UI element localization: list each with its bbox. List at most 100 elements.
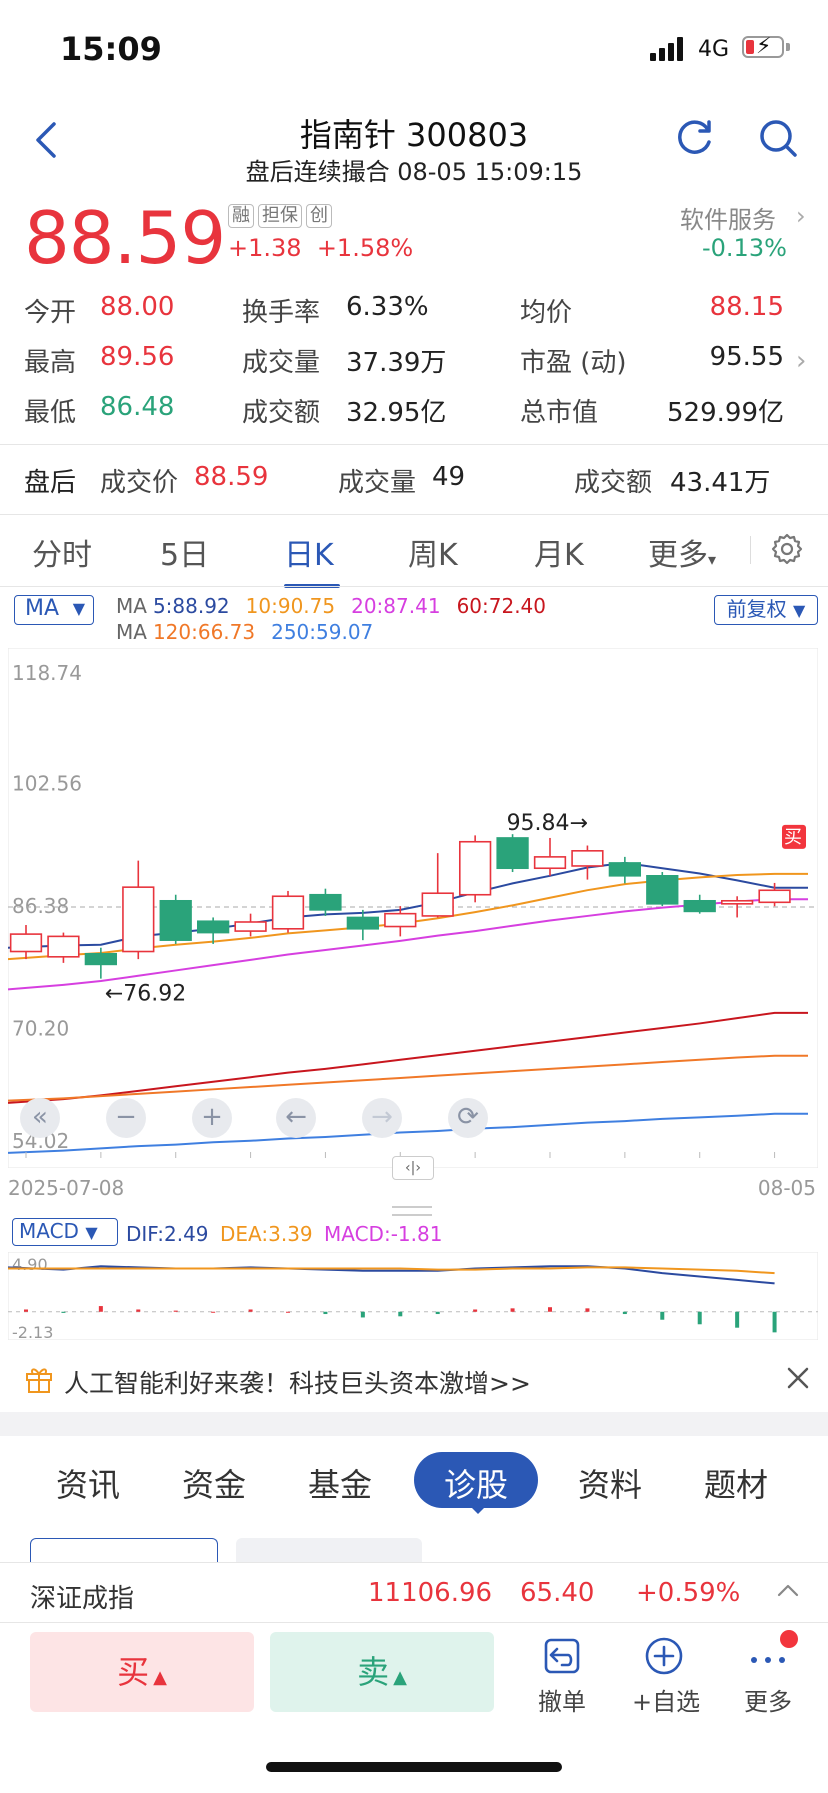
buy-label: 买 xyxy=(117,1653,150,1691)
after-amount-label: 成交额 xyxy=(574,468,653,498)
tab-diagnosis[interactable]: 诊股 xyxy=(414,1460,538,1506)
candle-down xyxy=(608,862,642,877)
macd-bar xyxy=(398,1311,403,1317)
promo-text[interactable]: 人工智能利好来袭！科技巨头资本激增>> xyxy=(64,1364,531,1400)
status-time: 15:09 xyxy=(60,30,162,68)
battery-icon: ⚡ xyxy=(742,34,784,59)
refresh-icon[interactable] xyxy=(672,116,716,160)
y-tick-label: 86.38 xyxy=(12,894,69,918)
gear-icon[interactable] xyxy=(770,532,804,566)
network-type: 4G xyxy=(698,37,730,62)
chart-drag-handle[interactable]: ‹|› xyxy=(392,1156,434,1180)
ma-legend-item: 20:87.41 xyxy=(351,594,441,618)
tag-collateral: 担保 xyxy=(258,204,302,228)
stat-value: 6.33% xyxy=(346,292,429,322)
stat-value: 88.00 xyxy=(100,292,175,322)
tab-daily-k[interactable]: 日K xyxy=(284,530,334,574)
x-end-label: 08-05 xyxy=(757,1176,816,1200)
stat-value: 89.56 xyxy=(100,342,175,372)
triangle-up-icon: ▲ xyxy=(393,1667,407,1688)
candle-down xyxy=(309,893,342,911)
tab-more[interactable]: 更多▾ xyxy=(648,530,716,574)
stat-label: 最低 xyxy=(24,398,77,428)
macd-select[interactable]: MACD ▼ xyxy=(12,1218,118,1246)
candle-up xyxy=(758,889,791,904)
chevron-up-icon[interactable] xyxy=(776,1582,800,1598)
after-volume-label: 成交量 xyxy=(338,468,417,498)
tab-intraday[interactable]: 分时 xyxy=(32,530,92,574)
indicator-select[interactable]: MA ▼ xyxy=(14,595,94,625)
stat-label: 成交量 xyxy=(242,348,321,378)
candle-down xyxy=(496,837,529,870)
scroll-left-icon[interactable]: ← xyxy=(276,1098,316,1138)
ma-legend-item: MA xyxy=(116,620,147,644)
ma-legend-item: 120:66.73 xyxy=(152,620,256,644)
ma-legend-item: 60:72.40 xyxy=(456,594,547,618)
candle-down xyxy=(84,952,118,966)
chevron-right-icon[interactable]: › xyxy=(796,346,806,376)
macd-bar xyxy=(772,1311,777,1333)
sector-link[interactable]: 软件服务 xyxy=(680,200,776,235)
macd-bar xyxy=(173,1310,178,1312)
tab-theme[interactable]: 题材 xyxy=(704,1460,768,1506)
sub-tab-partial[interactable] xyxy=(30,1538,218,1563)
adjust-select[interactable]: 前复权 ▼ xyxy=(714,595,818,625)
tab-weekly-k[interactable]: 周K xyxy=(408,530,458,574)
tab-profile[interactable]: 资料 xyxy=(578,1460,642,1506)
scroll-right-icon[interactable]: → xyxy=(362,1098,402,1138)
sell-button[interactable]: 卖 ▲ xyxy=(270,1632,494,1712)
macd-bar xyxy=(286,1311,290,1313)
macd-bar xyxy=(24,1309,28,1312)
buy-signal-text: 买 xyxy=(784,827,802,848)
candlestick-chart[interactable]: 118.74102.5686.3870.2054.0295.84→←76.92买 xyxy=(8,648,818,1168)
collapse-left-icon[interactable]: « xyxy=(20,1098,60,1138)
cellular-signal-icon xyxy=(650,37,690,61)
stat-label: 最高 xyxy=(24,348,77,378)
tab-capital[interactable]: 资金 xyxy=(182,1460,246,1506)
candle-up xyxy=(47,935,80,958)
zoom-out-icon[interactable]: − xyxy=(106,1098,146,1138)
more-label[interactable]: 更多 xyxy=(744,1682,792,1717)
zoom-in-icon[interactable]: + xyxy=(192,1098,232,1138)
macd-bar xyxy=(98,1306,103,1312)
macd-bar xyxy=(735,1311,740,1328)
change-percent: +1.58% xyxy=(316,234,414,262)
sub-tab-partial[interactable] xyxy=(236,1538,422,1562)
tab-news[interactable]: 资讯 xyxy=(56,1460,120,1506)
ma-legend-item: 5:88.92 xyxy=(152,594,230,618)
rotate-icon[interactable]: ⟳ xyxy=(448,1098,488,1138)
index-percent: +0.59% xyxy=(636,1578,741,1608)
index-value: 11106.96 xyxy=(368,1578,493,1608)
close-icon[interactable] xyxy=(784,1364,812,1392)
tag-margin: 融 xyxy=(228,204,254,228)
add-watchlist-icon[interactable] xyxy=(642,1634,686,1678)
chevron-right-icon[interactable]: › xyxy=(796,202,806,230)
y-tick-label: 102.56 xyxy=(12,772,82,796)
ma-legend-row1: MA 5:88.92 10:90.75 20:87.41 60:72.40 xyxy=(116,594,562,618)
cancel-order-icon[interactable] xyxy=(540,1634,584,1678)
pane-resize-handle[interactable] xyxy=(392,1206,432,1216)
candle-up xyxy=(122,886,155,953)
buy-button[interactable]: 买 ▲ xyxy=(30,1632,254,1712)
tab-fund[interactable]: 基金 xyxy=(308,1460,372,1506)
stat-label: 市盈 (动) xyxy=(520,348,627,378)
home-indicator[interactable] xyxy=(266,1762,562,1772)
after-price-label: 成交价 xyxy=(100,468,179,498)
after-hours-label: 盘后 xyxy=(24,468,77,498)
candle-down xyxy=(196,920,230,934)
adjust-label: 前复权 xyxy=(726,597,787,621)
cancel-order-label[interactable]: 撤单 xyxy=(538,1682,586,1717)
min-price-label: ←76.92 xyxy=(105,982,186,1007)
stat-label: 换手率 xyxy=(242,298,321,328)
tab-5day[interactable]: 5日 xyxy=(160,530,209,574)
max-price-label: 95.84→ xyxy=(507,811,588,836)
candle-up xyxy=(421,892,454,917)
caret-down-icon: ▼ xyxy=(72,599,85,618)
candle-down xyxy=(646,875,679,905)
indicator-label: MA xyxy=(25,596,60,621)
add-watchlist-label[interactable]: +自选 xyxy=(632,1682,700,1717)
ma-legend-row2: MA 120:66.73 250:59.07 xyxy=(116,620,389,644)
tab-monthly-k[interactable]: 月K xyxy=(534,530,584,574)
search-icon[interactable] xyxy=(756,116,800,160)
stat-value: 32.95亿 xyxy=(346,398,447,428)
